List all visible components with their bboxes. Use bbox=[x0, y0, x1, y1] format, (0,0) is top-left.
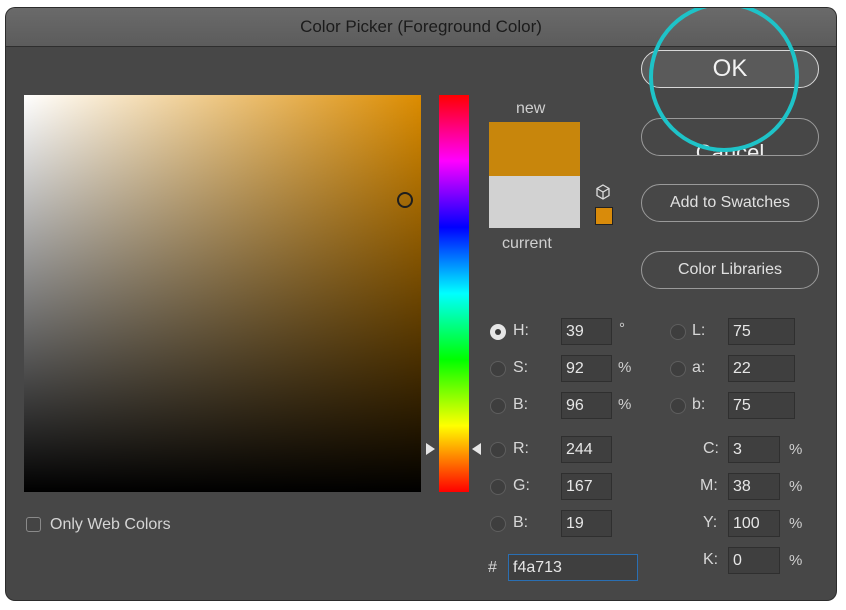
color-picker-dialog: Color Picker (Foreground Color) new curr… bbox=[6, 8, 836, 600]
lightness-field[interactable]: 75 bbox=[728, 318, 795, 345]
brightness-label: B: bbox=[513, 396, 529, 413]
new-color-swatch bbox=[489, 122, 580, 176]
lightness-radio[interactable] bbox=[670, 324, 686, 340]
hex-field[interactable]: f4a713 bbox=[508, 554, 638, 581]
b-channel-field[interactable]: 75 bbox=[728, 392, 795, 419]
hue-radio[interactable] bbox=[490, 324, 506, 340]
cyan-label: C: bbox=[703, 440, 719, 457]
hue-unit: ° bbox=[619, 320, 625, 337]
window-title: Color Picker (Foreground Color) bbox=[300, 17, 542, 36]
green-field[interactable]: 167 bbox=[561, 473, 612, 500]
black-field[interactable]: 0 bbox=[728, 547, 780, 574]
cube-icon[interactable] bbox=[595, 184, 611, 200]
blue-field[interactable]: 19 bbox=[561, 510, 612, 537]
yellow-field[interactable]: 100 bbox=[728, 510, 780, 537]
b-channel-radio[interactable] bbox=[670, 398, 686, 414]
black-label: K: bbox=[703, 551, 719, 568]
green-label: G: bbox=[513, 477, 530, 494]
only-web-colors-checkbox[interactable] bbox=[26, 517, 41, 532]
color-libraries-button[interactable]: Color Libraries bbox=[641, 251, 819, 289]
saturation-field[interactable]: 92 bbox=[561, 355, 612, 382]
cyan-unit: % bbox=[789, 441, 803, 458]
a-channel-label: a: bbox=[692, 359, 706, 376]
green-radio[interactable] bbox=[490, 479, 506, 495]
magenta-unit: % bbox=[789, 478, 803, 495]
color-field[interactable] bbox=[24, 95, 421, 492]
add-to-swatches-button[interactable]: Add to Swatches bbox=[641, 184, 819, 222]
hue-slider-left-handle-icon[interactable] bbox=[426, 443, 435, 455]
lightness-label: L: bbox=[692, 322, 706, 339]
color-field-cursor[interactable] bbox=[397, 192, 413, 208]
red-label: R: bbox=[513, 440, 529, 457]
hue-field[interactable]: 39 bbox=[561, 318, 612, 345]
saturation-unit: % bbox=[618, 359, 632, 376]
brightness-radio[interactable] bbox=[490, 398, 506, 414]
blue-label: B: bbox=[513, 514, 529, 531]
brightness-unit: % bbox=[618, 396, 632, 413]
red-field[interactable]: 244 bbox=[561, 436, 612, 463]
magenta-label: M: bbox=[700, 477, 718, 494]
only-web-colors-label[interactable]: Only Web Colors bbox=[50, 516, 171, 534]
brightness-field[interactable]: 96 bbox=[561, 392, 612, 419]
magenta-field[interactable]: 38 bbox=[728, 473, 780, 500]
current-color-swatch[interactable] bbox=[489, 176, 580, 228]
a-channel-field[interactable]: 22 bbox=[728, 355, 795, 382]
a-channel-radio[interactable] bbox=[670, 361, 686, 377]
yellow-unit: % bbox=[789, 515, 803, 532]
highlight-ring bbox=[649, 8, 799, 152]
web-safe-swatch-icon[interactable] bbox=[595, 207, 613, 225]
hue-slider[interactable] bbox=[439, 95, 469, 492]
cyan-field[interactable]: 3 bbox=[728, 436, 780, 463]
new-color-label: new bbox=[516, 100, 546, 117]
hex-label: # bbox=[488, 559, 497, 576]
hue-slider-right-handle-icon[interactable] bbox=[472, 443, 481, 455]
yellow-label: Y: bbox=[703, 514, 718, 531]
saturation-label: S: bbox=[513, 359, 529, 376]
blue-radio[interactable] bbox=[490, 516, 506, 532]
b-channel-label: b: bbox=[692, 396, 706, 413]
hue-label: H: bbox=[513, 322, 529, 339]
saturation-radio[interactable] bbox=[490, 361, 506, 377]
current-color-label: current bbox=[502, 235, 552, 252]
red-radio[interactable] bbox=[490, 442, 506, 458]
black-unit: % bbox=[789, 552, 803, 569]
